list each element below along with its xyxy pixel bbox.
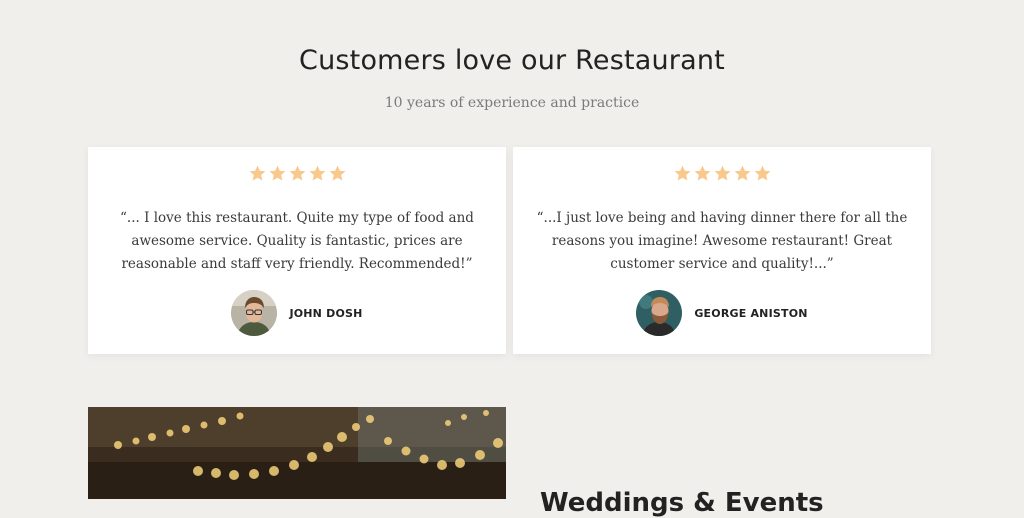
star-rating [88, 164, 506, 188]
testimonial-quote: “... I love this restaurant. Quite my ty… [120, 210, 474, 272]
star-icon [734, 165, 750, 181]
star-icon [309, 165, 325, 181]
star-icon [329, 165, 345, 181]
avatar [636, 290, 683, 336]
star-icon [674, 165, 690, 181]
author-name: JOHN DOSH [289, 306, 363, 320]
testimonial-author: GEORGE ANISTON [513, 290, 931, 336]
section-title: Customers love our Restaurant [299, 45, 725, 76]
person-beard-avatar-icon [636, 290, 683, 336]
section-subtitle: 10 years of experience and practice [384, 95, 640, 111]
testimonial-card: “...I just love being and having dinner … [513, 147, 931, 354]
bokeh-lights-photo [88, 407, 506, 499]
star-icon [289, 165, 305, 181]
testimonial-quote: “...I just love being and having dinner … [536, 210, 908, 272]
avatar [231, 290, 278, 336]
testimonial-author: JOHN DOSH [88, 290, 506, 336]
star-rating [513, 164, 931, 188]
star-icon [714, 165, 730, 181]
star-icon [269, 165, 285, 181]
testimonial-card: “... I love this restaurant. Quite my ty… [88, 147, 506, 354]
star-icon [754, 165, 770, 181]
person-glasses-avatar-icon [231, 290, 278, 336]
weddings-events-heading: Weddings & Events [540, 488, 824, 518]
star-icon [249, 165, 265, 181]
author-name: GEORGE ANISTON [694, 306, 808, 320]
wedding-events-image [88, 407, 506, 499]
star-icon [694, 165, 710, 181]
